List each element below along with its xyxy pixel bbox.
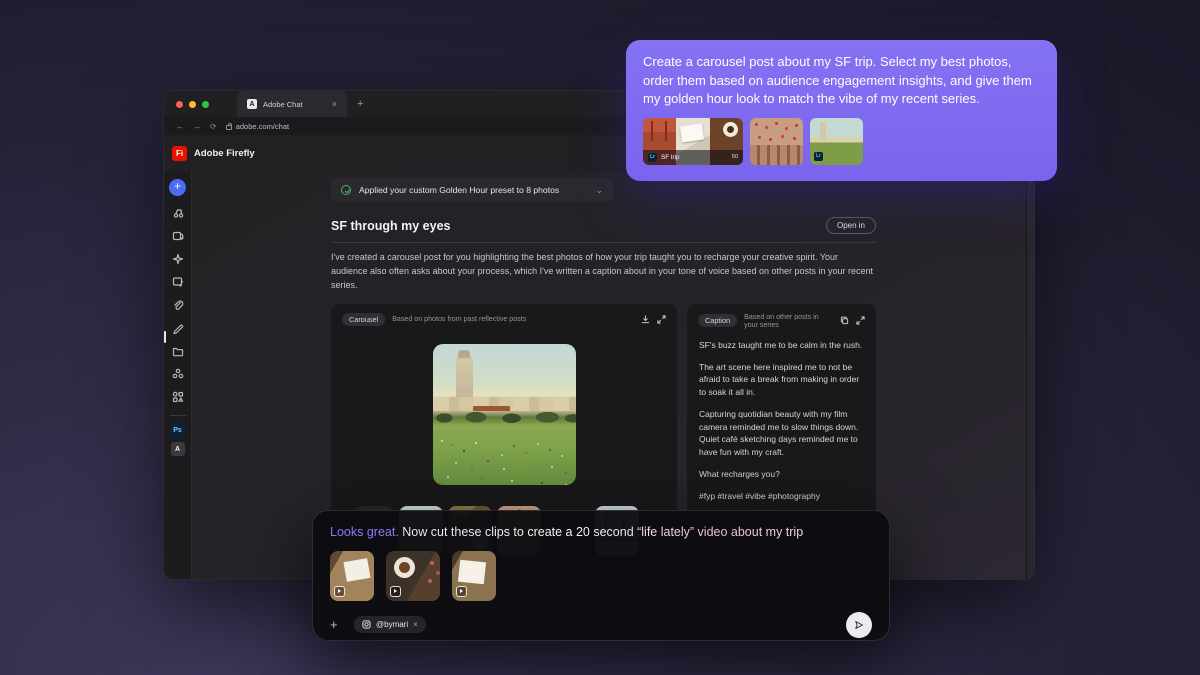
tab-close-icon[interactable]: × bbox=[332, 100, 337, 109]
clip-sketchbook[interactable] bbox=[452, 551, 496, 601]
check-icon bbox=[341, 185, 351, 195]
firefly-logo: Fi bbox=[172, 146, 187, 161]
album-title: SF trip bbox=[661, 154, 728, 161]
caption-text: SF's buzz taught me to be calm in the ru… bbox=[687, 333, 876, 514]
url-field[interactable]: adobe.com/chat bbox=[226, 122, 289, 131]
expand-icon[interactable] bbox=[856, 316, 865, 325]
caption-badge: Caption bbox=[698, 314, 737, 327]
page-title: SF through my eyes bbox=[331, 219, 826, 233]
open-in-button[interactable]: Open in bbox=[826, 217, 876, 234]
zoom-window-button[interactable] bbox=[202, 101, 209, 108]
window-controls bbox=[176, 101, 209, 108]
caption-paragraph: SF's buzz taught me to be calm in the ru… bbox=[699, 339, 864, 352]
sidebar-item-attachments[interactable] bbox=[169, 296, 187, 314]
coffee-cup bbox=[399, 562, 410, 573]
photoshop-badge[interactable]: Ps bbox=[171, 423, 185, 437]
park-people bbox=[441, 440, 443, 442]
instagram-icon bbox=[362, 620, 371, 629]
video-badge-icon bbox=[390, 586, 401, 597]
prompt-attachments: Lr SF trip 50 Lr Lr bbox=[643, 118, 1040, 165]
adobe-favicon: A bbox=[247, 99, 257, 109]
window-right-edge bbox=[1026, 171, 1034, 579]
forward-icon[interactable]: → bbox=[193, 122, 201, 131]
download-icon[interactable] bbox=[641, 315, 650, 324]
expand-icon[interactable] bbox=[657, 315, 666, 324]
caption-paragraph: What recharges you? bbox=[699, 468, 864, 481]
chat-composer[interactable]: Looks great. Now cut these clips to crea… bbox=[312, 510, 890, 641]
sidebar: + bbox=[164, 171, 192, 579]
divider bbox=[331, 242, 876, 243]
clip-sketch-table[interactable] bbox=[330, 551, 374, 601]
send-icon bbox=[853, 619, 865, 631]
video-badge-icon bbox=[334, 586, 345, 597]
url-text: adobe.com/chat bbox=[236, 122, 289, 131]
chevron-down-icon[interactable]: ⌄ bbox=[595, 185, 603, 196]
carousel-badge: Carousel bbox=[342, 313, 385, 326]
sidebar-item-apps[interactable] bbox=[169, 388, 187, 406]
new-chat-button[interactable]: + bbox=[169, 179, 186, 196]
close-window-button[interactable] bbox=[176, 101, 183, 108]
attachment-album-sf-trip[interactable]: Lr SF trip 50 bbox=[643, 118, 743, 165]
album-count: 50 bbox=[732, 154, 738, 160]
sidebar-item-effects[interactable] bbox=[169, 250, 187, 268]
sidebar-item-restyle[interactable] bbox=[169, 227, 187, 245]
carousel-subtitle: Based on photos from past reflective pos… bbox=[392, 315, 634, 323]
tab-title: Adobe Chat bbox=[263, 100, 326, 109]
lock-icon bbox=[226, 125, 232, 130]
composer-message: Looks great. Now cut these clips to crea… bbox=[330, 524, 872, 541]
caption-hashtags: #fyp #travel #vibe #photography bbox=[699, 490, 864, 503]
album-info-bar: Lr SF trip 50 bbox=[643, 150, 743, 165]
park-trees bbox=[433, 409, 576, 425]
acrobat-badge[interactable]: A bbox=[171, 442, 185, 456]
add-attachment-button[interactable]: + bbox=[330, 617, 348, 632]
app-name: Adobe Firefly bbox=[194, 148, 255, 159]
composer-clips bbox=[330, 551, 872, 601]
status-banner[interactable]: Applied your custom Golden Hour preset t… bbox=[331, 178, 613, 202]
sidebar-item-generations[interactable] bbox=[169, 204, 187, 222]
composer-toolbar: + @bymari × bbox=[330, 612, 872, 638]
new-tab-button[interactable]: + bbox=[357, 98, 363, 110]
mention-handle: @bymari bbox=[376, 620, 408, 629]
minimize-window-button[interactable] bbox=[189, 101, 196, 108]
tab-adobe-chat[interactable]: A Adobe Chat × bbox=[237, 91, 347, 117]
lightroom-icon: Lr bbox=[754, 152, 763, 161]
sidebar-item-plugins[interactable] bbox=[169, 365, 187, 383]
copy-icon[interactable] bbox=[840, 316, 849, 325]
clip-coffee-overhead[interactable] bbox=[386, 551, 440, 601]
assistant-message: I've created a carousel post for you hig… bbox=[331, 251, 876, 293]
composer-highlight: Looks great. bbox=[330, 525, 399, 539]
caption-panel: Caption Based on other posts in your ser… bbox=[687, 304, 876, 524]
reload-icon[interactable]: ⟳ bbox=[210, 122, 217, 131]
lightroom-icon: Lr bbox=[814, 152, 823, 161]
attachment-photo-chinatown[interactable]: Lr bbox=[750, 118, 803, 165]
caption-subtitle: Based on other posts in your series bbox=[744, 313, 833, 329]
user-prompt-bubble: Create a carousel post about my SF trip.… bbox=[626, 40, 1057, 181]
carousel-main-image[interactable] bbox=[433, 344, 576, 485]
attachment-photo-park[interactable]: Lr bbox=[810, 118, 863, 165]
composer-text: Now cut these clips to create a 20 secon… bbox=[399, 525, 803, 539]
mention-remove-icon[interactable]: × bbox=[413, 620, 418, 629]
caption-paragraph: Capturing quotidian beauty with my film … bbox=[699, 408, 864, 459]
sidebar-active-indicator bbox=[164, 331, 166, 343]
video-badge-icon bbox=[456, 586, 467, 597]
caption-paragraph: The art scene here inspired me to not be… bbox=[699, 361, 864, 399]
desktop: A Adobe Chat × + ← → ⟳ adobe.com/chat Fi… bbox=[0, 0, 1200, 675]
send-button[interactable] bbox=[846, 612, 872, 638]
status-text: Applied your custom Golden Hour preset t… bbox=[359, 185, 587, 195]
sidebar-item-remix[interactable] bbox=[169, 273, 187, 291]
mention-chip[interactable]: @bymari × bbox=[354, 616, 426, 633]
sidebar-divider bbox=[170, 415, 186, 416]
sidebar-item-files[interactable] bbox=[169, 342, 187, 360]
lightroom-icon: Lr bbox=[648, 153, 657, 162]
back-icon[interactable]: ← bbox=[176, 122, 184, 131]
user-prompt-text: Create a carousel post about my SF trip.… bbox=[643, 53, 1040, 109]
sidebar-item-draw[interactable] bbox=[169, 319, 187, 337]
